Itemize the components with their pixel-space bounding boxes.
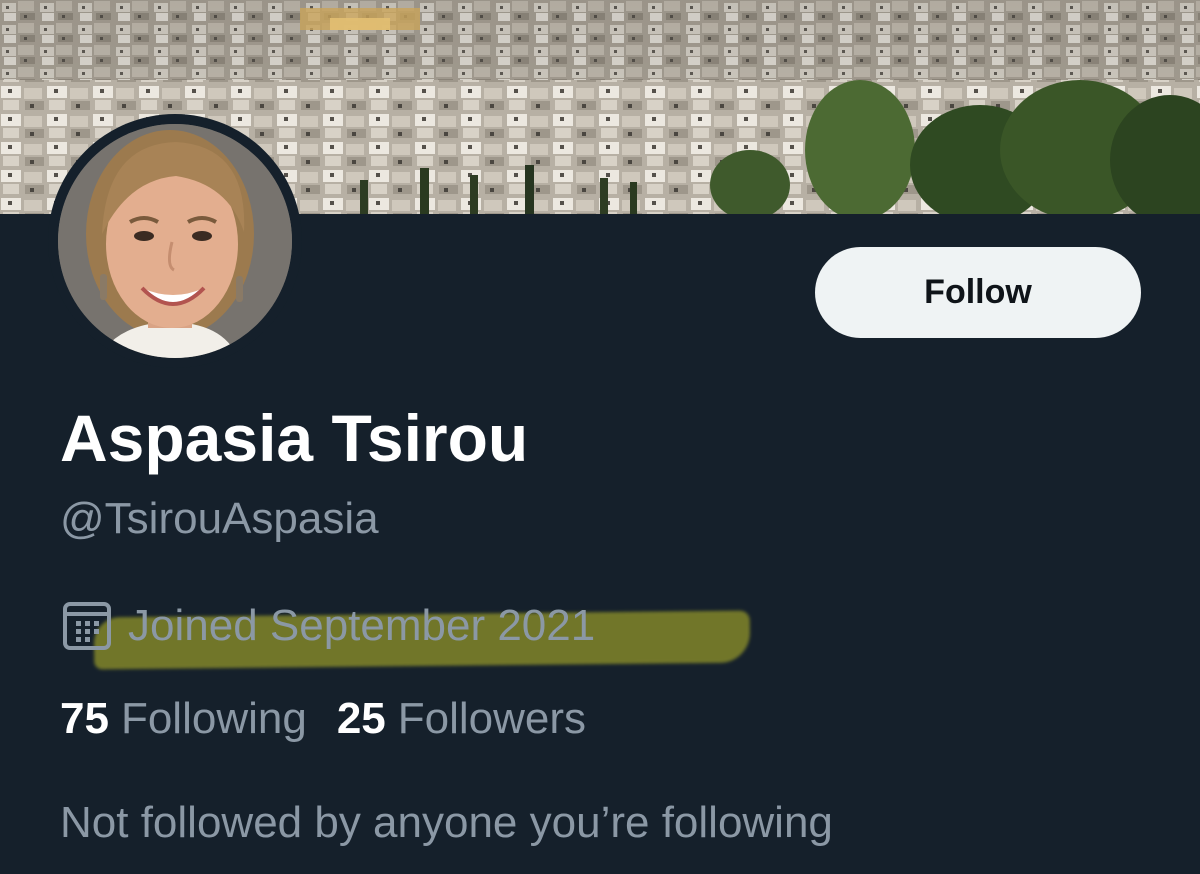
user-handle: @TsirouAspasia <box>60 494 379 543</box>
followers-label: Followers <box>397 694 587 743</box>
following-label: Following <box>120 694 307 743</box>
mutual-followers-note: Not followed by anyone you’re following <box>60 798 833 847</box>
follow-button[interactable]: Follow <box>815 247 1141 338</box>
joined-date-text: Joined September 2021 <box>128 601 596 650</box>
joined-date-row: Joined September 2021 <box>60 598 595 654</box>
avatar-portrait <box>58 124 292 358</box>
followers-count: 25 <box>336 694 386 743</box>
following-count: 75 <box>60 694 109 743</box>
follow-stats: 75 Following 25 Followers <box>60 692 586 746</box>
display-name: Aspasia Tsirou <box>60 401 529 475</box>
following-link[interactable]: 75 Following <box>60 692 307 746</box>
calendar-icon <box>60 599 114 653</box>
avatar[interactable] <box>58 124 292 358</box>
followers-link[interactable]: 25 Followers <box>337 692 586 746</box>
